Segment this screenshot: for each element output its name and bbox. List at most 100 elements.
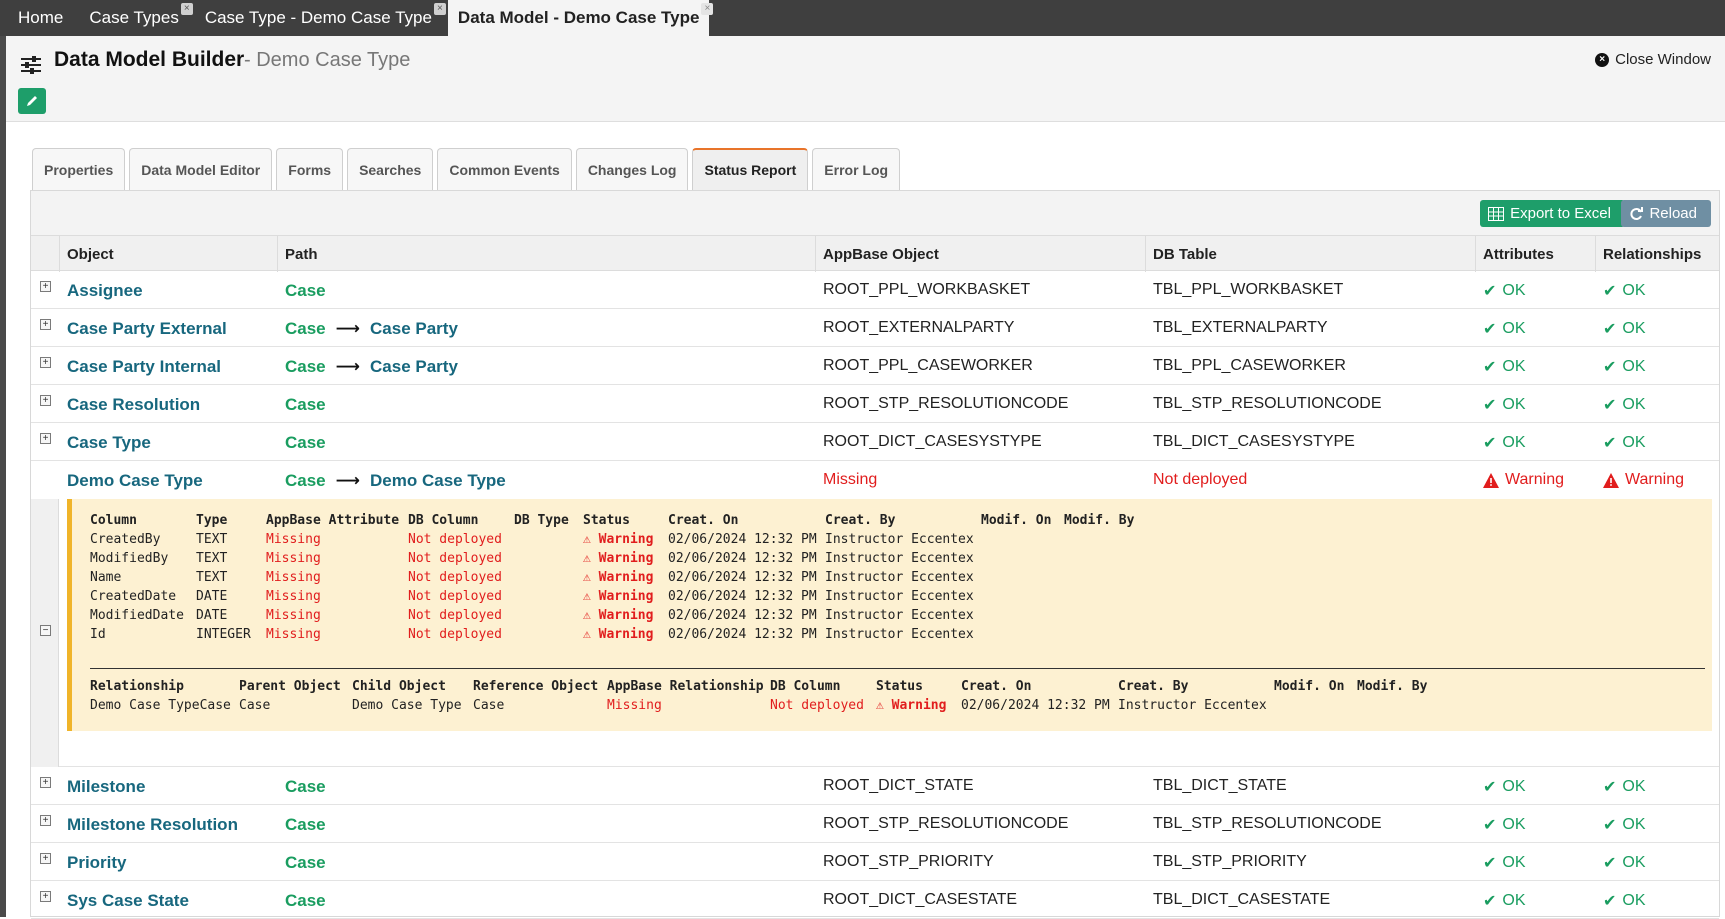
- path-link[interactable]: Case: [285, 281, 326, 301]
- rows-top: + Assignee Case ROOT_PPL_WORKBASKET TBL_…: [31, 271, 1719, 461]
- status-grid: Object Path AppBase Object DB Table Attr…: [31, 235, 1719, 919]
- tab-error-log[interactable]: Error Log: [812, 148, 901, 190]
- tab-status-report[interactable]: Status Report: [692, 148, 809, 190]
- header-attributes[interactable]: Attributes: [1483, 246, 1554, 263]
- path-link[interactable]: Case Party: [370, 357, 458, 377]
- appbase-object: ROOT_DICT_CASESYSTYPE: [823, 433, 1042, 450]
- object-link[interactable]: Assignee: [67, 281, 143, 301]
- check-icon: ✔: [1603, 283, 1617, 300]
- header-db-table[interactable]: DB Table: [1153, 246, 1217, 263]
- tab-properties[interactable]: Properties: [32, 148, 126, 190]
- toolbar: Export to Excel Reload: [31, 191, 1719, 235]
- attr-header: Creat. On: [668, 513, 739, 528]
- object-link[interactable]: Sys Case State: [67, 891, 189, 911]
- plus-square-icon[interactable]: +: [40, 433, 51, 444]
- object-link[interactable]: Case Resolution: [67, 395, 200, 415]
- db-table: TBL_STP_PRIORITY: [1153, 853, 1307, 870]
- path-link[interactable]: Case: [285, 319, 326, 339]
- status-text: OK: [1502, 396, 1526, 413]
- table-row-expanded: Demo Case Type Case ⟶ Demo Case Type Missi…: [31, 461, 1719, 499]
- tab-searches[interactable]: Searches: [347, 148, 434, 190]
- reload-button[interactable]: Reload: [1621, 200, 1711, 227]
- close-window-button[interactable]: × Close Window: [1595, 51, 1711, 68]
- tab-case-types[interactable]: Case Types ×: [79, 0, 193, 36]
- export-to-excel-button[interactable]: Export to Excel: [1480, 200, 1625, 227]
- path-link[interactable]: Case: [285, 815, 326, 835]
- path-link[interactable]: Case: [285, 853, 326, 873]
- attr-status-text: Warning: [598, 608, 654, 623]
- attr-appbase: Missing: [266, 551, 321, 566]
- tab-data-model-demo[interactable]: Data Model - Demo Case Type ×: [447, 0, 714, 36]
- relationships-status: ✔ OK: [1603, 777, 1646, 797]
- attr-type: DATE: [196, 589, 228, 604]
- db-table: TBL_STP_RESOLUTIONCODE: [1153, 395, 1382, 412]
- object-link[interactable]: Milestone Resolution: [67, 815, 238, 835]
- object-link[interactable]: Case Type: [67, 433, 151, 453]
- plus-square-icon[interactable]: +: [40, 891, 51, 902]
- header-appbase-object[interactable]: AppBase Object: [823, 246, 939, 263]
- close-icon[interactable]: ×: [701, 3, 714, 15]
- tab-forms[interactable]: Forms: [276, 148, 344, 190]
- object-link[interactable]: Case Party Internal: [67, 357, 221, 377]
- rel-header: Reference Object: [473, 679, 599, 694]
- relationships-header: Relationship Parent Object Child Object …: [72, 679, 1712, 697]
- plus-square-icon[interactable]: +: [40, 281, 51, 292]
- status-text: OK: [1622, 396, 1646, 413]
- relationships-status: ✔ OK: [1603, 319, 1646, 339]
- attributes-status: ✔ OK: [1483, 777, 1526, 797]
- tab-home[interactable]: Home: [8, 0, 73, 36]
- close-icon[interactable]: ×: [180, 3, 193, 15]
- sliders-icon[interactable]: [18, 52, 44, 78]
- attr-type: TEXT: [196, 570, 228, 585]
- header-divider: [815, 236, 816, 272]
- plus-square-icon[interactable]: +: [40, 319, 51, 330]
- path-link[interactable]: Case: [285, 395, 326, 415]
- object-link[interactable]: Milestone: [67, 777, 145, 797]
- tab-changes-log[interactable]: Changes Log: [575, 148, 689, 190]
- attr-db-column: Not deployed: [408, 608, 502, 623]
- path-link[interactable]: Case: [285, 777, 326, 797]
- object-link[interactable]: Case Party External: [67, 319, 227, 339]
- plus-square-icon[interactable]: +: [40, 777, 51, 788]
- path-link[interactable]: Case Party: [370, 319, 458, 339]
- edit-button[interactable]: [18, 88, 46, 114]
- tab-common-events[interactable]: Common Events: [437, 148, 572, 190]
- status-text: OK: [1502, 816, 1526, 833]
- object-link[interactable]: Priority: [67, 853, 127, 873]
- tab-data-model-editor[interactable]: Data Model Editor: [129, 148, 273, 190]
- rel-header: Parent Object: [239, 679, 341, 694]
- attr-created-by: Instructor Eccentex: [825, 551, 974, 566]
- status-text: OK: [1622, 282, 1646, 299]
- appbase-object: Missing: [823, 471, 878, 488]
- path-link[interactable]: Case: [285, 357, 326, 377]
- arrow-right-icon: ⟶: [335, 471, 361, 490]
- attr-appbase: Missing: [266, 627, 321, 642]
- path-link[interactable]: Demo Case Type: [370, 471, 506, 491]
- path-link[interactable]: Case: [285, 433, 326, 453]
- table-row: + Case Type Case ROOT_DICT_CASESYSTYPE T…: [31, 423, 1719, 461]
- header-path[interactable]: Path: [285, 246, 318, 263]
- page-subtitle: - Demo Case Type: [244, 49, 411, 71]
- plus-square-icon[interactable]: +: [40, 357, 51, 368]
- attr-type: TEXT: [196, 532, 228, 547]
- object-link[interactable]: Demo Case Type: [67, 471, 203, 491]
- db-table: TBL_PPL_WORKBASKET: [1153, 281, 1344, 298]
- attr-created-by: Instructor Eccentex: [825, 627, 974, 642]
- attr-header: Status: [583, 513, 630, 528]
- grid-header: Object Path AppBase Object DB Table Attr…: [31, 235, 1719, 272]
- warning-triangle-icon: [1603, 472, 1619, 488]
- header-relationships[interactable]: Relationships: [1603, 246, 1701, 263]
- path-link[interactable]: Case: [285, 471, 326, 491]
- path-cell: Case ⟶ Demo Case Type: [285, 471, 506, 491]
- minus-square-icon[interactable]: −: [40, 625, 51, 636]
- table-row: + Assignee Case ROOT_PPL_WORKBASKET TBL_…: [31, 271, 1719, 309]
- plus-square-icon[interactable]: +: [40, 395, 51, 406]
- tab-case-type-demo[interactable]: Case Type - Demo Case Type ×: [195, 0, 446, 36]
- path-link[interactable]: Case: [285, 891, 326, 911]
- plus-square-icon[interactable]: +: [40, 853, 51, 864]
- relationships-status: ✔ OK: [1603, 853, 1646, 873]
- header-object[interactable]: Object: [67, 246, 114, 263]
- plus-square-icon[interactable]: +: [40, 815, 51, 826]
- close-window-label: Close Window: [1615, 51, 1711, 68]
- close-icon[interactable]: ×: [433, 3, 446, 15]
